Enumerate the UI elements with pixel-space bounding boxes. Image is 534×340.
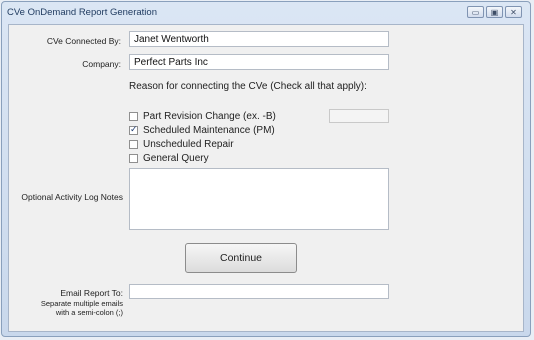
reason-general-query[interactable]: General Query [129,152,209,164]
company-label: Company: [82,59,121,69]
checkbox-label: General Query [143,152,209,164]
close-icon[interactable]: ✕ [505,6,522,18]
title-bar[interactable]: CVe OnDemand Report Generation ▭ ▣ ✕ [2,2,530,24]
reason-heading: Reason for connecting the CVe (Check all… [129,81,367,92]
connected-by-input[interactable]: Janet Wentworth [129,31,389,47]
email-input[interactable] [129,284,389,299]
email-hint-line2: with a semi-colon (;) [55,308,123,317]
revision-input [329,109,389,123]
email-label: Email Report To: [60,288,123,298]
app-window: CVe OnDemand Report Generation ▭ ▣ ✕ CVe… [1,1,531,337]
checkbox-part-revision[interactable] [129,111,138,121]
minimize-icon[interactable]: ▭ [467,6,484,18]
checkbox-unscheduled-repair[interactable] [129,139,138,149]
window-controls: ▭ ▣ ✕ [467,6,522,18]
maximize-icon[interactable]: ▣ [486,6,503,18]
reason-scheduled-maintenance[interactable]: Scheduled Maintenance (PM) [129,124,275,136]
checkbox-label: Scheduled Maintenance (PM) [143,124,275,136]
form-panel: CVe Connected By: Janet Wentworth Compan… [8,24,524,332]
checkbox-label: Part Revision Change (ex. -B) [143,110,276,122]
checkbox-label: Unscheduled Repair [143,138,234,150]
reason-unscheduled-repair[interactable]: Unscheduled Repair [129,138,234,150]
checkbox-general-query[interactable] [129,153,138,163]
connected-by-label: CVe Connected By: [46,36,121,46]
reason-part-revision[interactable]: Part Revision Change (ex. -B) [129,110,276,122]
checkbox-scheduled-maintenance[interactable] [129,124,138,135]
notes-label: Optional Activity Log Notes [21,192,123,202]
email-hint-line1: Separate multiple emails [40,299,123,308]
notes-textarea[interactable] [129,168,389,230]
continue-button[interactable]: Continue [185,243,297,273]
window-title: CVe OnDemand Report Generation [7,7,157,18]
company-input[interactable]: Perfect Parts Inc [129,54,389,70]
